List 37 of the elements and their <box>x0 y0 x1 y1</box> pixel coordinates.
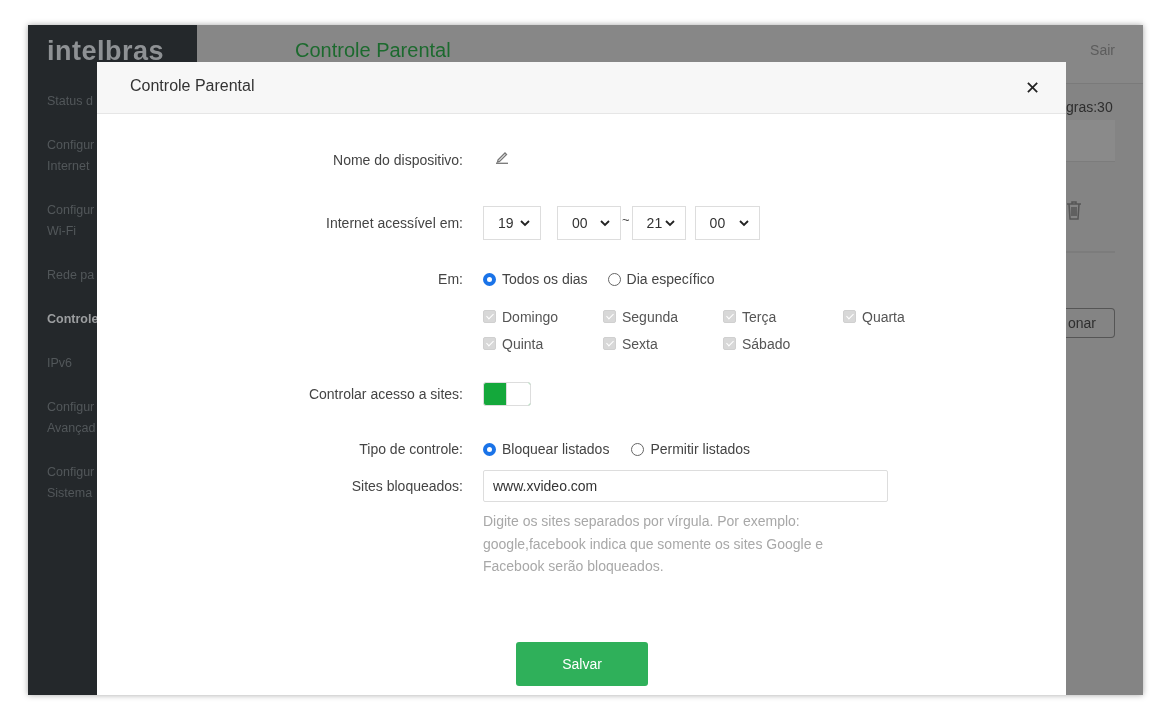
time-select[interactable]: 00 <box>694 206 760 240</box>
radio-option[interactable]: Todos os dias <box>483 271 588 287</box>
radio-option[interactable]: Permitir listados <box>631 441 750 457</box>
dialog-title: Controle Parental <box>130 77 255 95</box>
field-label: Sites bloqueados: <box>350 478 463 494</box>
chevron-down-icon <box>738 219 749 227</box>
field-label: Tipo de controle: <box>358 441 463 457</box>
time-select[interactable]: 19 <box>483 206 541 240</box>
time-select[interactable]: 00 <box>557 206 621 240</box>
rules-count: gras:30 <box>1066 98 1114 116</box>
close-button[interactable]: ✕ <box>1020 77 1044 98</box>
radio-option[interactable]: Dia específico <box>607 271 715 287</box>
checkbox-label: Quinta <box>502 335 544 352</box>
page-title: Controle Parental <box>295 38 451 62</box>
checkbox-label: Sexta <box>622 335 658 352</box>
checkbox-label: Segunda <box>622 308 679 325</box>
chevron-down-icon <box>664 219 675 227</box>
checkbox-label: Sábado <box>742 335 791 352</box>
toggle-switch[interactable] <box>483 382 531 406</box>
field-label: Em: <box>437 271 463 287</box>
help-text: Digite os sites separados por vírgula. Por exemplo: google,facebook indica que somente os sites Google e Facebook serão bloqueados. <box>483 512 825 576</box>
trash-icon[interactable] <box>1066 200 1082 220</box>
radio-option[interactable]: Bloquear listados <box>483 441 610 457</box>
logo: intelbras <box>47 37 166 65</box>
field-label: Internet acessível em: <box>325 215 463 231</box>
checkbox-label: Quarta <box>862 308 905 325</box>
chevron-down-icon <box>600 219 610 227</box>
pencil-icon[interactable] <box>495 150 509 164</box>
field-label: Nome do dispositivo: <box>332 152 463 168</box>
table-header <box>1066 120 1115 162</box>
sites-input[interactable]: www.xvideo.com <box>483 470 888 502</box>
checkbox-label: Terça <box>742 308 777 325</box>
range-separator: ~ <box>622 211 630 227</box>
field-label: Controlar acesso a sites: <box>307 386 463 402</box>
time-select[interactable]: 21 <box>631 206 686 240</box>
checkbox-label: Domingo <box>502 308 559 325</box>
chevron-down-icon <box>520 219 530 227</box>
